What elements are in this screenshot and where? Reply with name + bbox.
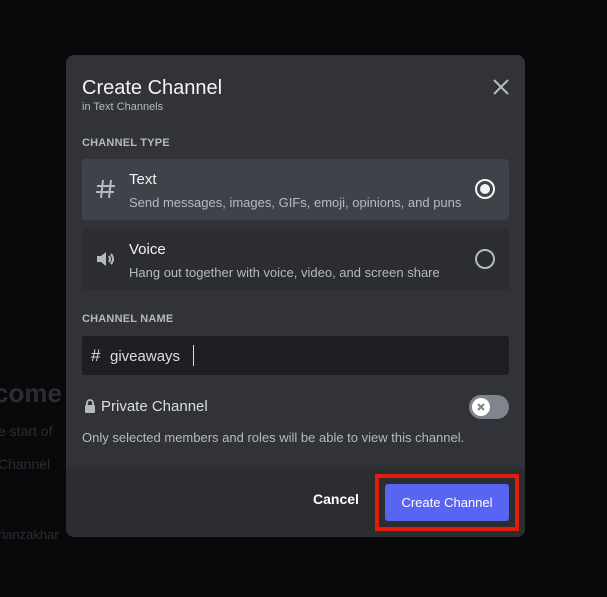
hash-icon	[94, 177, 118, 201]
modal-subtitle: in Text Channels	[82, 101, 164, 113]
channel-type-voice-option[interactable]: Voice Hang out together with voice, vide…	[82, 229, 509, 290]
private-channel-label: Private Channel	[101, 398, 208, 415]
toggle-knob	[472, 398, 490, 416]
background-user-text: rianzakhar	[0, 527, 59, 542]
lock-icon	[84, 399, 96, 413]
toggle-x-icon	[477, 403, 485, 411]
close-icon[interactable]	[490, 76, 512, 98]
channel-type-label: CHANNEL TYPE	[82, 137, 170, 149]
channel-name-field[interactable]: #	[82, 336, 509, 375]
background-start-text: e start of	[0, 423, 53, 439]
text-option-radio[interactable]	[475, 179, 495, 199]
create-channel-modal: Create Channel in Text Channels CHANNEL …	[66, 55, 525, 537]
background-channel-text: Channel	[0, 456, 51, 472]
private-channel-description: Only selected members and roles will be …	[82, 430, 465, 445]
channel-name-input[interactable]	[110, 345, 500, 367]
modal-title: Create Channel	[82, 77, 223, 99]
voice-option-title: Voice	[129, 241, 166, 258]
text-caret	[193, 345, 194, 366]
create-channel-button[interactable]: Create Channel	[385, 484, 509, 521]
private-channel-toggle[interactable]	[469, 395, 509, 419]
channel-name-hash-prefix: #	[91, 346, 101, 365]
channel-name-label: CHANNEL NAME	[82, 313, 174, 325]
cancel-button[interactable]: Cancel	[306, 491, 366, 513]
voice-option-radio[interactable]	[475, 249, 495, 269]
channel-type-text-option[interactable]: Text Send messages, images, GIFs, emoji,…	[82, 159, 509, 220]
voice-option-description: Hang out together with voice, video, and…	[129, 265, 440, 280]
background-welcome-text: come	[0, 378, 62, 408]
text-option-title: Text	[129, 171, 157, 188]
speaker-icon	[94, 247, 118, 271]
modal-footer: Cancel Create Channel	[66, 467, 525, 537]
text-option-description: Send messages, images, GIFs, emoji, opin…	[129, 195, 462, 210]
